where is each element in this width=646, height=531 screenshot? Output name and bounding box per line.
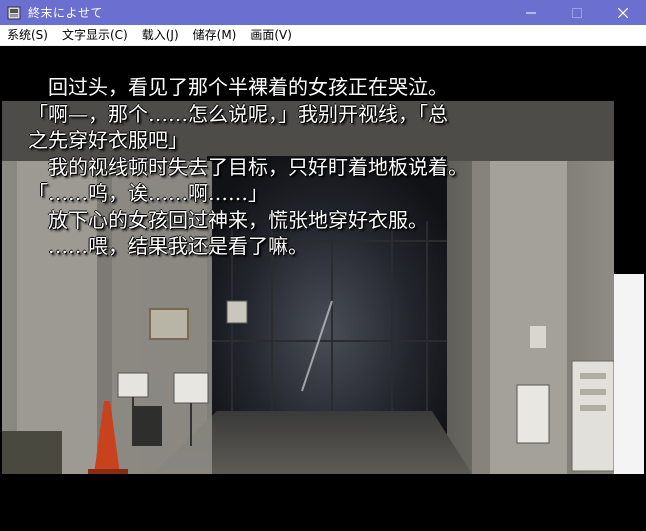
menu-bar: 系统(S) 文字显示(C) 载入(J) 储存(M) 画面(V): [0, 25, 646, 46]
dialogue-line: 「啊—，那个……怎么说呢，」我别开视线，「总: [28, 101, 448, 126]
scene-sign-center: [173, 372, 209, 404]
menu-load[interactable]: 载入(J): [135, 25, 186, 45]
dialogue-line: 之先穿好衣服吧」: [28, 128, 188, 152]
dialogue-line: 我的视线顿时失去了目标，只好盯着地板说着。: [28, 154, 468, 179]
dialogue-line: 回过头，看见了那个半裸着的女孩正在哭泣。: [28, 75, 448, 99]
game-screen[interactable]: 回过头，看见了那个半裸着的女孩正在哭泣。 「啊—，那个……怎么说呢，」我别开视线…: [2, 46, 644, 529]
maximize-icon: [572, 7, 582, 18]
menu-save[interactable]: 储存(M): [186, 25, 244, 45]
dialogue-text[interactable]: 回过头，看见了那个半裸着的女孩正在哭泣。 「啊—，那个……怎么说呢，」我别开视线…: [28, 74, 618, 260]
dialogue-line: 放下心的女孩回过神来，慌张地穿好衣服。: [28, 207, 428, 232]
close-button[interactable]: [600, 0, 646, 25]
dialogue-line: ……喂，结果我还是看了嘛。: [28, 234, 308, 258]
menu-text-display[interactable]: 文字显示(C): [55, 25, 135, 45]
minimize-icon: [526, 12, 536, 13]
scene-right-edge: [614, 274, 644, 474]
menu-screen[interactable]: 画面(V): [243, 25, 299, 45]
scene-sign-right: [516, 384, 550, 444]
window-title: 終末によせて: [28, 6, 104, 20]
letterbox-bottom: [2, 474, 644, 529]
close-icon: [618, 7, 628, 18]
menu-system[interactable]: 系统(S): [0, 25, 55, 45]
title-bar[interactable]: 終末によせて: [0, 0, 646, 25]
app-icon[interactable]: [6, 5, 22, 21]
scene-sign-left: [117, 372, 149, 398]
maximize-button[interactable]: [554, 0, 600, 25]
dialogue-line: 「……呜，诶……啊……」: [28, 181, 268, 205]
minimize-button[interactable]: [508, 0, 554, 25]
